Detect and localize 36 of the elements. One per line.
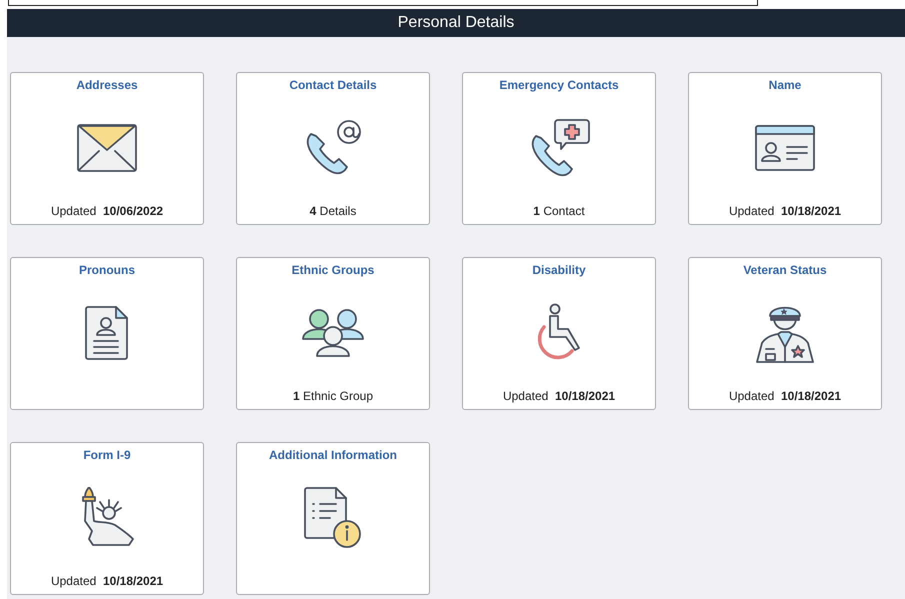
tile[interactable]: Emergency Contacts 1 Contact: [462, 72, 656, 225]
tile-status: Updated 10/18/2021: [502, 389, 616, 403]
tile-title: Form I-9: [83, 448, 131, 462]
tile[interactable]: Addresses Updated 10/06/2022: [10, 72, 204, 225]
document-person-icon: [85, 306, 129, 360]
tile-title: Contact Details: [289, 78, 377, 92]
text-field[interactable]: [8, 0, 758, 6]
tile[interactable]: Ethnic Groups 1 Ethnic Group: [236, 257, 430, 410]
tile-title: Veteran Status: [743, 263, 827, 277]
envelope-icon: [77, 124, 137, 172]
tile-status: Updated 10/06/2022: [50, 204, 164, 218]
tile-title: Addresses: [76, 78, 138, 92]
tile[interactable]: Form I-9 Updated 10/18/2021: [10, 442, 204, 595]
id-card-icon: [755, 125, 815, 171]
tile[interactable]: Pronouns: [10, 257, 204, 410]
page-title: Personal Details: [7, 9, 905, 37]
tile-status: Updated 10/18/2021: [728, 389, 842, 403]
tile[interactable]: Contact Details 4 Details: [236, 72, 430, 225]
document-info-icon: [304, 487, 362, 549]
tile-title: Emergency Contacts: [499, 78, 619, 92]
tile-title: Ethnic Groups: [292, 263, 374, 277]
tile[interactable]: Disability Updated 10/18/2021: [462, 257, 656, 410]
tile-title: Pronouns: [79, 263, 135, 277]
tile-status: Updated 10/18/2021: [50, 574, 164, 588]
tile[interactable]: Additional Information: [236, 442, 430, 595]
tile-title: Additional Information: [269, 448, 397, 462]
tile-status: 1 Contact: [533, 204, 585, 218]
tile[interactable]: Veteran Status Updated 10/18/2021: [688, 257, 882, 410]
tile-title: Name: [768, 78, 802, 92]
group-icon: [302, 308, 364, 358]
tile-status: 4 Details: [310, 204, 356, 218]
statue-icon: [79, 487, 135, 549]
tile-status: 1 Ethnic Group: [292, 389, 374, 403]
tile[interactable]: Name Updated 10/18/2021: [688, 72, 882, 225]
tile-title: Disability: [532, 263, 586, 277]
tile-status: Updated 10/18/2021: [728, 204, 842, 218]
